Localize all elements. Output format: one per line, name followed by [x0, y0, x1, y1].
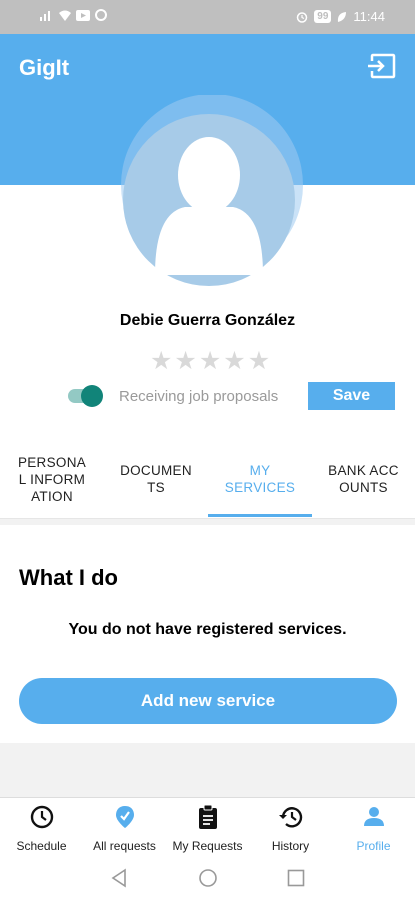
nav-label: All requests — [93, 839, 156, 853]
battery-indicator: 99 — [314, 10, 332, 23]
toggle-knob — [81, 385, 103, 407]
bottom-navigation: Schedule All requests My Requests Histor… — [0, 797, 415, 858]
nav-schedule[interactable]: Schedule — [0, 798, 83, 858]
empty-services-message: You do not have registered services. — [68, 621, 347, 638]
nav-label: Schedule — [16, 839, 67, 853]
logout-icon[interactable] — [367, 52, 397, 80]
add-new-service-button[interactable]: Add new service — [19, 678, 397, 724]
system-navigation-bar — [0, 857, 415, 900]
save-button[interactable]: Save — [308, 382, 395, 410]
notification-icon — [95, 9, 107, 21]
tab-bank-accounts[interactable]: BANK ACC OUNTS — [312, 440, 415, 518]
nav-my-requests[interactable]: My Requests — [166, 798, 249, 858]
status-icons-left — [40, 9, 107, 21]
nav-label: Profile — [356, 839, 391, 853]
tab-documents[interactable]: DOCUMEN TS — [104, 440, 208, 518]
youtube-icon — [76, 9, 90, 21]
rating-stars: ★ ★ ★ ★ ★ — [150, 349, 270, 374]
back-icon[interactable] — [110, 868, 128, 888]
star-icon: ★ — [174, 347, 197, 375]
toggle-label: Receiving job proposals — [119, 388, 279, 405]
tab-label: MY — [249, 463, 271, 478]
app-title: GigIt — [19, 55, 70, 80]
nav-label: My Requests — [172, 839, 243, 853]
clipboard-icon — [199, 804, 217, 829]
profile-tabs: PERSONA L INFORM ATION DOCUMEN TS MY SER… — [0, 440, 415, 519]
tab-label: TS — [147, 480, 165, 495]
wifi-icon — [59, 10, 71, 21]
leaf-icon — [338, 11, 347, 22]
tab-personal-information[interactable]: PERSONA L INFORM ATION — [0, 440, 104, 518]
tab-label: DOCUMEN — [120, 463, 192, 478]
location-pin-icon — [116, 806, 134, 828]
nav-all-requests[interactable]: All requests — [83, 798, 166, 858]
clock-icon — [30, 805, 54, 829]
star-icon: ★ — [150, 347, 173, 375]
person-icon — [364, 807, 384, 826]
recents-icon[interactable] — [287, 869, 305, 887]
job-proposals-toggle[interactable] — [68, 385, 104, 407]
tab-my-services[interactable]: MY SERVICES — [208, 440, 312, 518]
nav-history[interactable]: History — [249, 798, 332, 858]
tab-label: BANK ACC — [328, 463, 399, 478]
section-title: What I do — [19, 565, 118, 590]
active-tab-indicator — [208, 514, 312, 517]
app-bar: GigIt — [0, 34, 415, 98]
star-icon: ★ — [223, 347, 246, 375]
signal-icon — [40, 11, 50, 21]
nav-profile[interactable]: Profile — [332, 798, 415, 858]
tab-label: SERVICES — [224, 480, 296, 495]
tab-label: L INFORM — [18, 471, 86, 487]
avatar[interactable] — [115, 95, 305, 290]
nav-label: History — [271, 839, 310, 853]
star-icon: ★ — [247, 347, 271, 375]
star-icon: ★ — [198, 347, 222, 375]
tab-label: PERSONA — [17, 454, 87, 470]
tab-label: OUNTS — [339, 480, 388, 495]
alarm-icon — [297, 11, 308, 23]
status-icons-right: 99 11:44 — [296, 9, 385, 24]
profile-name: Debie Guerra González — [119, 312, 296, 329]
home-icon[interactable] — [198, 868, 218, 888]
history-icon — [279, 807, 303, 828]
status-time: 11:44 — [353, 9, 385, 24]
tab-label: ATION — [31, 488, 73, 504]
status-bar: 99 11:44 — [0, 0, 415, 34]
